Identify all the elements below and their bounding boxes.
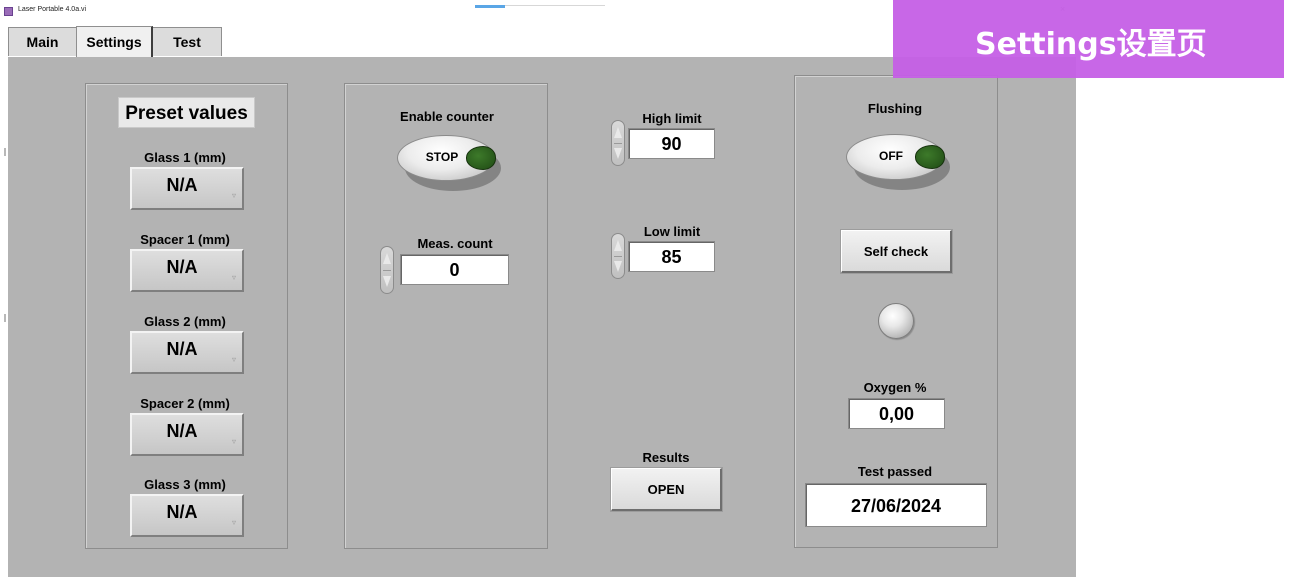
spacer2-value: N/A (166, 421, 198, 441)
spacer2-label: Spacer 2 (mm) (140, 396, 230, 411)
test-passed-label: Test passed (857, 464, 933, 479)
glass3-ring[interactable]: N/A ▿ (130, 494, 244, 537)
tab-settings[interactable]: Settings (76, 26, 153, 57)
low-limit-spinner[interactable] (611, 233, 625, 279)
flushing-toggle[interactable]: OFF (846, 134, 950, 190)
enable-counter-toggle[interactable]: STOP (397, 135, 501, 191)
dropdown-arrow-icon: ▿ (231, 191, 236, 200)
high-limit-label: High limit (642, 111, 702, 126)
window-title: Laser Portable 4.0a.vi (18, 6, 87, 13)
glass1-value: N/A (166, 175, 198, 195)
spacer1-label: Spacer 1 (mm) (140, 232, 230, 247)
flushing-label: Flushing (867, 101, 923, 116)
low-limit-input[interactable]: 85 (628, 241, 715, 272)
results-label: Results (642, 450, 690, 465)
meas-count-label: Meas. count (417, 236, 493, 251)
left-edge (0, 56, 7, 577)
decrement-arrow-icon[interactable] (614, 148, 622, 159)
meas-count-input[interactable]: 0 (400, 254, 509, 285)
decrement-arrow-icon[interactable] (383, 276, 391, 287)
increment-arrow-icon[interactable] (614, 240, 622, 251)
dropdown-arrow-icon: ▿ (231, 518, 236, 527)
test-passed-date: 27/06/2024 (805, 483, 987, 527)
dropdown-arrow-icon: ▿ (231, 437, 236, 446)
high-limit-spinner[interactable] (611, 120, 625, 166)
glass1-label: Glass 1 (mm) (144, 150, 226, 165)
enable-counter-label: Enable counter (400, 109, 494, 124)
app-icon (4, 7, 13, 16)
glass2-label: Glass 2 (mm) (144, 314, 226, 329)
spacer1-value: N/A (166, 257, 198, 277)
increment-arrow-icon[interactable] (383, 253, 391, 264)
dropdown-arrow-icon: ▿ (231, 273, 236, 282)
glass2-ring[interactable]: N/A ▿ (130, 331, 244, 374)
spacer2-ring[interactable]: N/A ▿ (130, 413, 244, 456)
oxygen-label: Oxygen % (863, 380, 927, 395)
glass1-ring[interactable]: N/A ▿ (130, 167, 244, 210)
spacer1-ring[interactable]: N/A ▿ (130, 249, 244, 292)
glass3-label: Glass 3 (mm) (144, 477, 226, 492)
preset-values-title: Preset values (118, 97, 255, 128)
meas-count-spinner[interactable] (380, 246, 394, 294)
decrement-arrow-icon[interactable] (614, 261, 622, 272)
glass3-value: N/A (166, 502, 198, 522)
settings-banner-text: Settings设置页 (975, 27, 1207, 62)
oxygen-value: 0,00 (848, 398, 945, 429)
tab-main[interactable]: Main (8, 27, 77, 56)
enable-counter-toggle-text: STOP (425, 150, 459, 164)
dropdown-arrow-icon: ▿ (231, 355, 236, 364)
low-limit-label: Low limit (643, 224, 701, 239)
title-divider (505, 5, 605, 6)
self-check-button[interactable]: Self check (840, 229, 953, 274)
high-limit-input[interactable]: 90 (628, 128, 715, 159)
results-open-button[interactable]: OPEN (610, 467, 723, 512)
glass2-value: N/A (166, 339, 198, 359)
increment-arrow-icon[interactable] (614, 127, 622, 138)
flushing-toggle-text: OFF (879, 149, 903, 163)
title-highlight (475, 5, 505, 8)
self-check-led-icon (878, 303, 914, 339)
tab-test[interactable]: Test (152, 27, 222, 56)
